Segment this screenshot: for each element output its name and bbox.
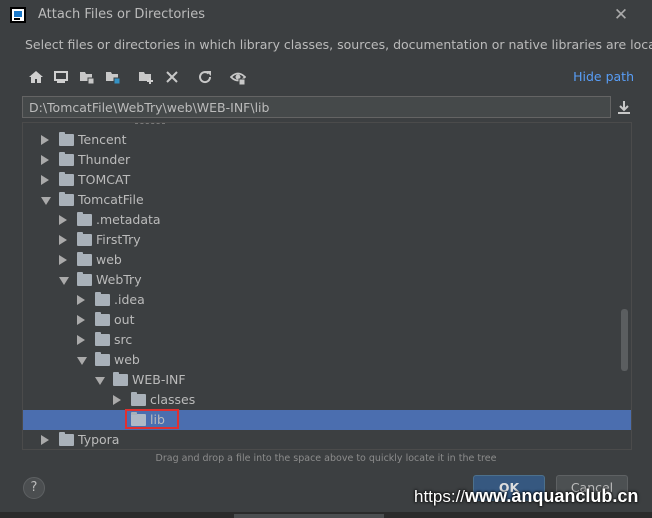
folder-icon <box>77 272 92 286</box>
project-folder-icon[interactable] <box>79 69 95 85</box>
folder-icon <box>59 172 74 186</box>
tree-row[interactable]: src <box>23 330 631 350</box>
tree-row-label: Tencent <box>78 132 127 147</box>
refresh-icon[interactable] <box>197 69 213 85</box>
tree-row-label: WebTry <box>96 272 142 287</box>
file-chooser-toolbar: Hide path <box>24 67 634 89</box>
tree-row[interactable]: Tencent <box>23 130 631 150</box>
tree-row-label: .idea <box>114 292 145 307</box>
tree-row-label: WEB-INF <box>132 372 186 387</box>
watermark: https://www.anquanclub.cn <box>414 486 638 507</box>
tree-row-label: web <box>96 252 122 267</box>
tree-row-label: Thunder <box>78 152 131 167</box>
file-tree[interactable]: Tencent Thunder TOMCAT TomcatFile .metadata F… <box>22 122 632 450</box>
tree-row-label: classes <box>150 392 196 407</box>
folder-icon <box>77 252 92 266</box>
expand-arrow-right-icon[interactable] <box>59 215 67 225</box>
tree-row[interactable]: TomcatFile <box>23 190 631 210</box>
expand-arrow-right-icon[interactable] <box>77 295 85 305</box>
title-bar: Attach Files or Directories ✕ <box>0 0 652 30</box>
expand-arrow-right-icon[interactable] <box>59 235 67 245</box>
watermark-prefix: https:// <box>414 487 466 506</box>
tree-row-label: src <box>114 332 133 347</box>
tree-row-label: .metadata <box>96 212 161 227</box>
tree-row[interactable]: web <box>23 250 631 270</box>
window-bottom-edge <box>0 512 652 518</box>
home-icon[interactable] <box>28 69 44 85</box>
tree-row-label: FirstTry <box>96 232 141 247</box>
expand-arrow-down-icon[interactable] <box>41 197 51 205</box>
show-hidden-icon[interactable] <box>230 69 246 85</box>
clipped-row-above <box>135 123 165 124</box>
folder-icon <box>59 152 74 166</box>
expand-arrow-down-icon[interactable] <box>59 277 69 285</box>
hide-path-link[interactable]: Hide path <box>573 69 634 84</box>
module-folder-icon[interactable] <box>105 69 121 85</box>
tree-row[interactable]: TOMCAT <box>23 170 631 190</box>
tree-row[interactable]: Thunder <box>23 150 631 170</box>
tree-row[interactable]: lib <box>23 409 631 430</box>
folder-icon <box>95 292 110 306</box>
folder-icon <box>131 392 146 406</box>
tree-scrollbar[interactable] <box>621 309 628 371</box>
expand-arrow-right-icon[interactable] <box>41 135 49 145</box>
path-input[interactable] <box>22 96 611 118</box>
intellij-app-icon <box>10 7 26 23</box>
folder-icon <box>95 352 110 366</box>
download-icon[interactable] <box>616 99 632 115</box>
tree-row[interactable]: Typora <box>23 430 631 449</box>
tree-row[interactable]: out <box>23 310 631 330</box>
expand-arrow-right-icon[interactable] <box>41 175 49 185</box>
folder-icon <box>95 312 110 326</box>
tree-row[interactable]: classes <box>23 390 631 410</box>
folder-icon <box>59 192 74 206</box>
tree-row-label: web <box>114 352 140 367</box>
expand-arrow-right-icon[interactable] <box>113 395 121 405</box>
folder-icon <box>113 372 128 386</box>
folder-icon <box>77 232 92 246</box>
new-folder-icon[interactable] <box>138 69 154 85</box>
help-button[interactable]: ? <box>23 477 45 499</box>
delete-icon[interactable] <box>164 69 180 85</box>
folder-icon <box>95 332 110 346</box>
tree-row[interactable]: .idea <box>23 290 631 310</box>
tree-row-label: TomcatFile <box>78 192 144 207</box>
expand-arrow-right-icon[interactable] <box>41 155 49 165</box>
tree-row[interactable]: WEB-INF <box>23 370 631 390</box>
folder-icon <box>59 132 74 146</box>
tree-row[interactable]: .metadata <box>23 210 631 230</box>
expand-arrow-right-icon[interactable] <box>59 255 67 265</box>
expand-arrow-right-icon[interactable] <box>77 315 85 325</box>
folder-icon <box>59 432 74 446</box>
drag-drop-hint: Drag and drop a file into the space abov… <box>155 453 497 464</box>
dialog-description: Select files or directories in which lib… <box>25 37 652 52</box>
expand-arrow-right-icon[interactable] <box>77 335 85 345</box>
expand-arrow-down-icon[interactable] <box>95 377 105 385</box>
watermark-domain: www.anquanclub.cn <box>465 486 639 506</box>
taskbar-stub <box>234 514 384 518</box>
tree-row-label: out <box>114 312 135 327</box>
tree-row[interactable]: WebTry <box>23 270 631 290</box>
tree-row[interactable]: web <box>23 350 631 370</box>
folder-icon <box>77 212 92 226</box>
tree-row[interactable]: FirstTry <box>23 230 631 250</box>
dialog-title: Attach Files or Directories <box>38 7 206 22</box>
expand-arrow-right-icon[interactable] <box>41 435 49 445</box>
desktop-icon[interactable] <box>53 69 69 85</box>
expand-arrow-down-icon[interactable] <box>77 357 87 365</box>
tree-row-label: TOMCAT <box>78 172 131 187</box>
close-button[interactable]: ✕ <box>610 4 632 26</box>
selection-highlight-box <box>125 409 179 429</box>
tree-row-label: Typora <box>78 432 120 447</box>
